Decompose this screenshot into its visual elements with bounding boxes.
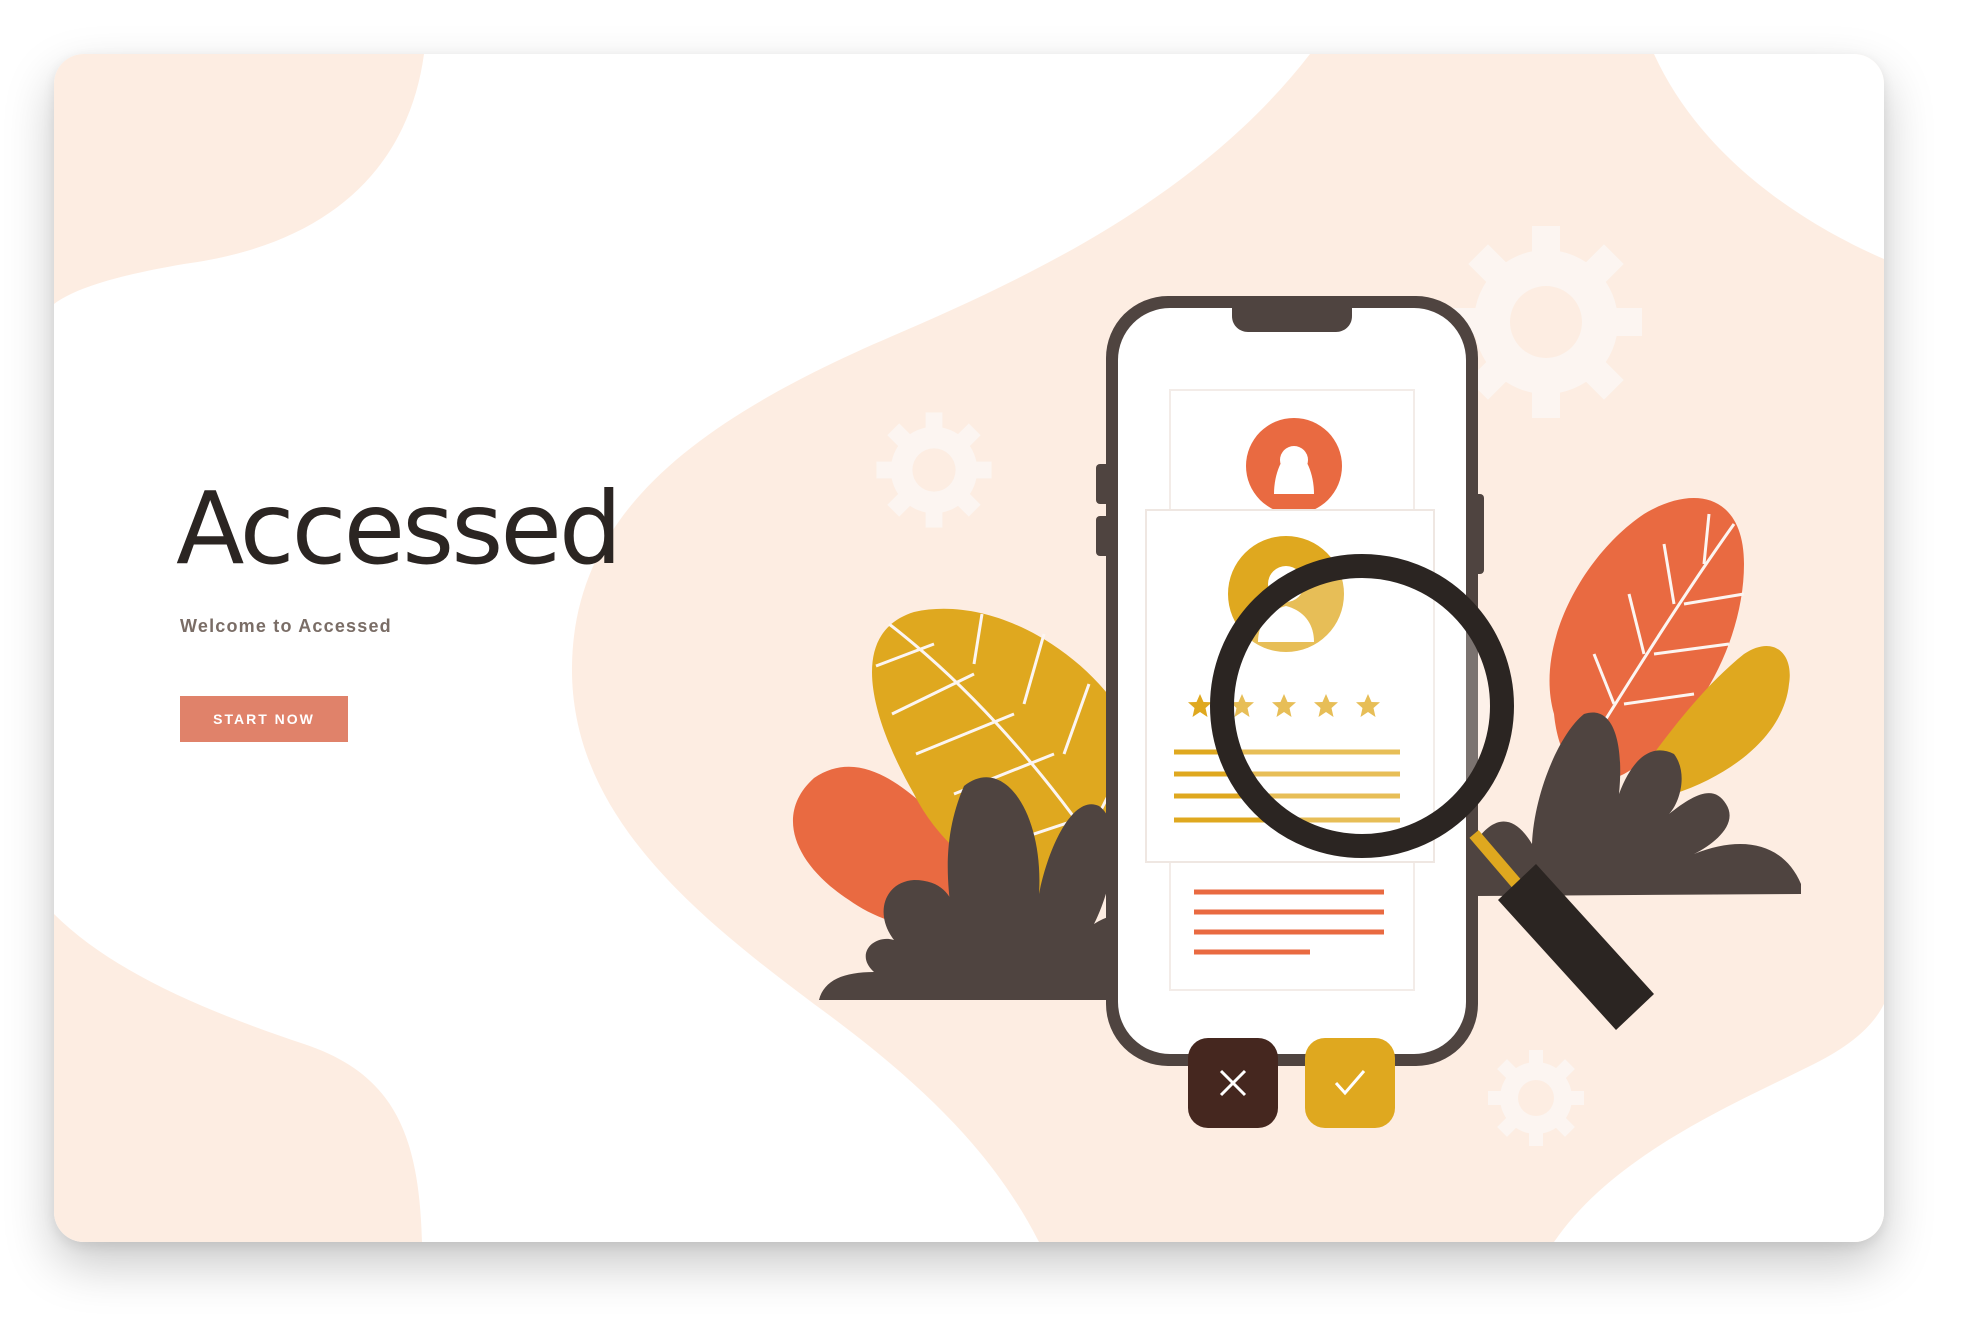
- gear-icon: [1488, 1050, 1584, 1146]
- review-illustration: [792, 226, 1801, 1146]
- close-icon: [1219, 1069, 1247, 1097]
- landing-page: Accessed Welcome to Accessed START NOW: [0, 0, 1965, 1326]
- gear-icon: [876, 412, 992, 528]
- accept-button[interactable]: [1305, 1038, 1395, 1128]
- hero-card: Accessed Welcome to Accessed START NOW: [54, 54, 1884, 1242]
- gear-icon: [1450, 226, 1642, 418]
- check-icon: [1334, 1070, 1366, 1096]
- reject-button[interactable]: [1188, 1038, 1278, 1128]
- right-plants: [1474, 498, 1801, 896]
